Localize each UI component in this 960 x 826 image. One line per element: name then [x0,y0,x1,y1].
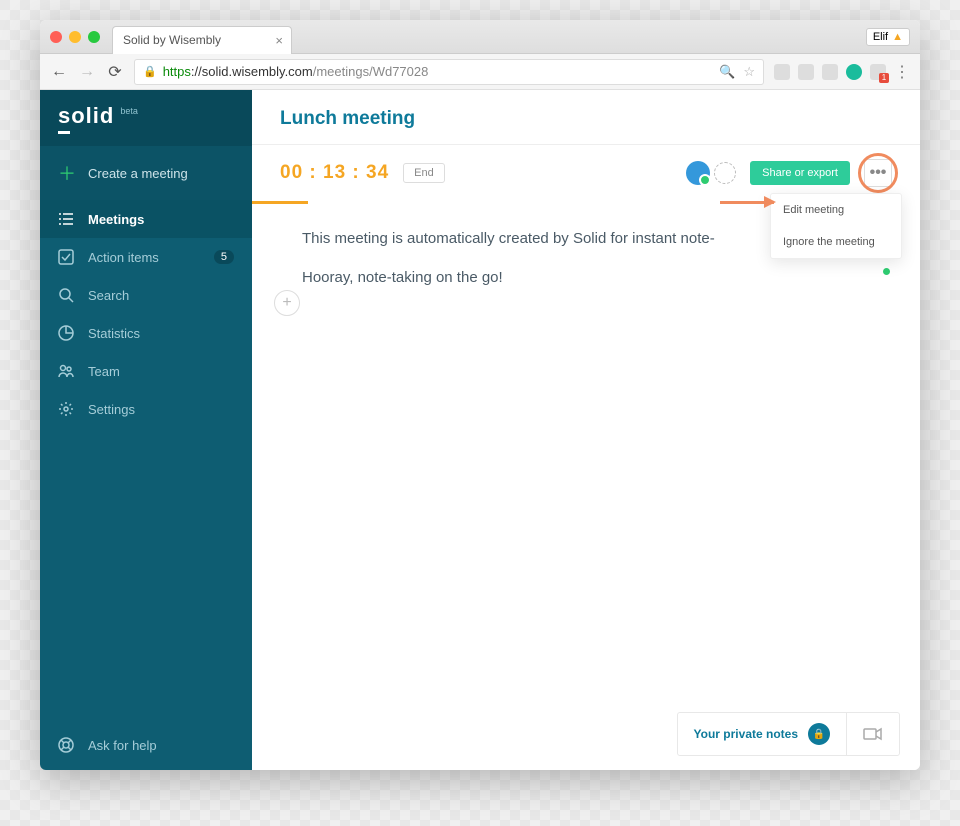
list-icon [58,211,74,227]
sidebar-item-search[interactable]: Search [40,276,252,314]
zoom-icon[interactable]: 🔍 [719,64,735,80]
menu-icon[interactable]: ⋮ [894,62,910,82]
edit-meeting-item[interactable]: Edit meeting [771,194,901,226]
extension-icon[interactable] [774,64,790,80]
note-line[interactable]: Hooray, note-taking on the go! [302,267,870,288]
checkbox-icon [58,249,74,265]
share-export-button[interactable]: Share or export [750,161,850,185]
more-menu-button[interactable]: ••• [864,159,892,187]
add-note-button[interactable]: + [274,290,300,316]
meeting-toolbar: 00 : 13 : 34 End Share or export ••• Edi… [252,145,920,201]
notes-area[interactable]: This meeting is automatically created by… [252,204,920,770]
participants [686,161,736,185]
ask-for-help-button[interactable]: Ask for help [40,720,252,770]
reload-icon[interactable]: ⟳ [106,62,124,82]
extension-icon[interactable] [798,64,814,80]
sidebar-item-action-items[interactable]: Action items 5 [40,238,252,276]
ignore-meeting-item[interactable]: Ignore the meeting [771,226,901,258]
video-button[interactable] [846,713,899,755]
forward-icon[interactable]: → [78,63,96,81]
close-window-icon[interactable] [50,31,62,43]
back-icon[interactable]: ← [50,63,68,81]
logo[interactable]: solid beta [40,90,252,146]
dots-icon: ••• [870,164,887,182]
sidebar-item-statistics[interactable]: Statistics [40,314,252,352]
address-bar[interactable]: 🔒 https://solid.wisembly.com/meetings/Wd… [134,59,764,85]
avatar[interactable] [686,161,710,185]
private-notes-button[interactable]: Your private notes 🔒 [678,713,846,755]
sidebar-item-settings[interactable]: Settings [40,390,252,428]
sidebar-item-meetings[interactable]: Meetings [40,200,252,238]
browser-tab[interactable]: Solid by Wisembly × [112,26,292,54]
count-badge: 5 [214,250,234,264]
browser-toolbar: ← → ⟳ 🔒 https://solid.wisembly.com/meeti… [40,54,920,90]
extension-icon[interactable] [846,64,862,80]
app-root: solid beta ＋ Create a meeting Meetings A… [40,90,920,770]
more-dropdown: Edit meeting Ignore the meeting [770,193,902,259]
main-content: Lunch meeting 00 : 13 : 34 End Share or … [252,90,920,770]
meeting-timer: 00 : 13 : 34 [280,162,389,184]
browser-tab-bar: Solid by Wisembly × Elif ▲ [40,20,920,54]
tab-title: Solid by Wisembly [123,33,221,47]
profile-chip[interactable]: Elif ▲ [866,28,910,46]
create-meeting-button[interactable]: ＋ Create a meeting [40,146,252,200]
sidebar: solid beta ＋ Create a meeting Meetings A… [40,90,252,770]
browser-window: Solid by Wisembly × Elif ▲ ← → ⟳ 🔒 https… [40,20,920,770]
minimize-window-icon[interactable] [69,31,81,43]
bottom-bar: Your private notes 🔒 [677,712,900,756]
logo-underline-icon [58,131,70,134]
search-icon [58,287,74,303]
sidebar-item-team[interactable]: Team [40,352,252,390]
presence-indicator-icon [883,268,890,275]
lock-icon: 🔒 [143,65,157,78]
add-participant-button[interactable] [714,162,736,184]
meeting-title[interactable]: Lunch meeting [280,108,892,130]
end-button[interactable]: End [403,163,445,183]
plus-icon: ＋ [58,160,76,186]
star-icon[interactable]: ☆ [743,64,755,80]
extensions: ⋮ [774,62,910,82]
warning-icon: ▲ [892,31,903,43]
maximize-window-icon[interactable] [88,31,100,43]
close-tab-icon[interactable]: × [275,33,283,48]
gear-icon [58,401,74,417]
extension-icon[interactable] [822,64,838,80]
lock-badge-icon: 🔒 [808,723,830,745]
team-icon [58,363,74,379]
window-controls [50,31,100,43]
extension-icon[interactable] [870,64,886,80]
help-icon [58,737,74,753]
chart-icon [58,325,74,341]
